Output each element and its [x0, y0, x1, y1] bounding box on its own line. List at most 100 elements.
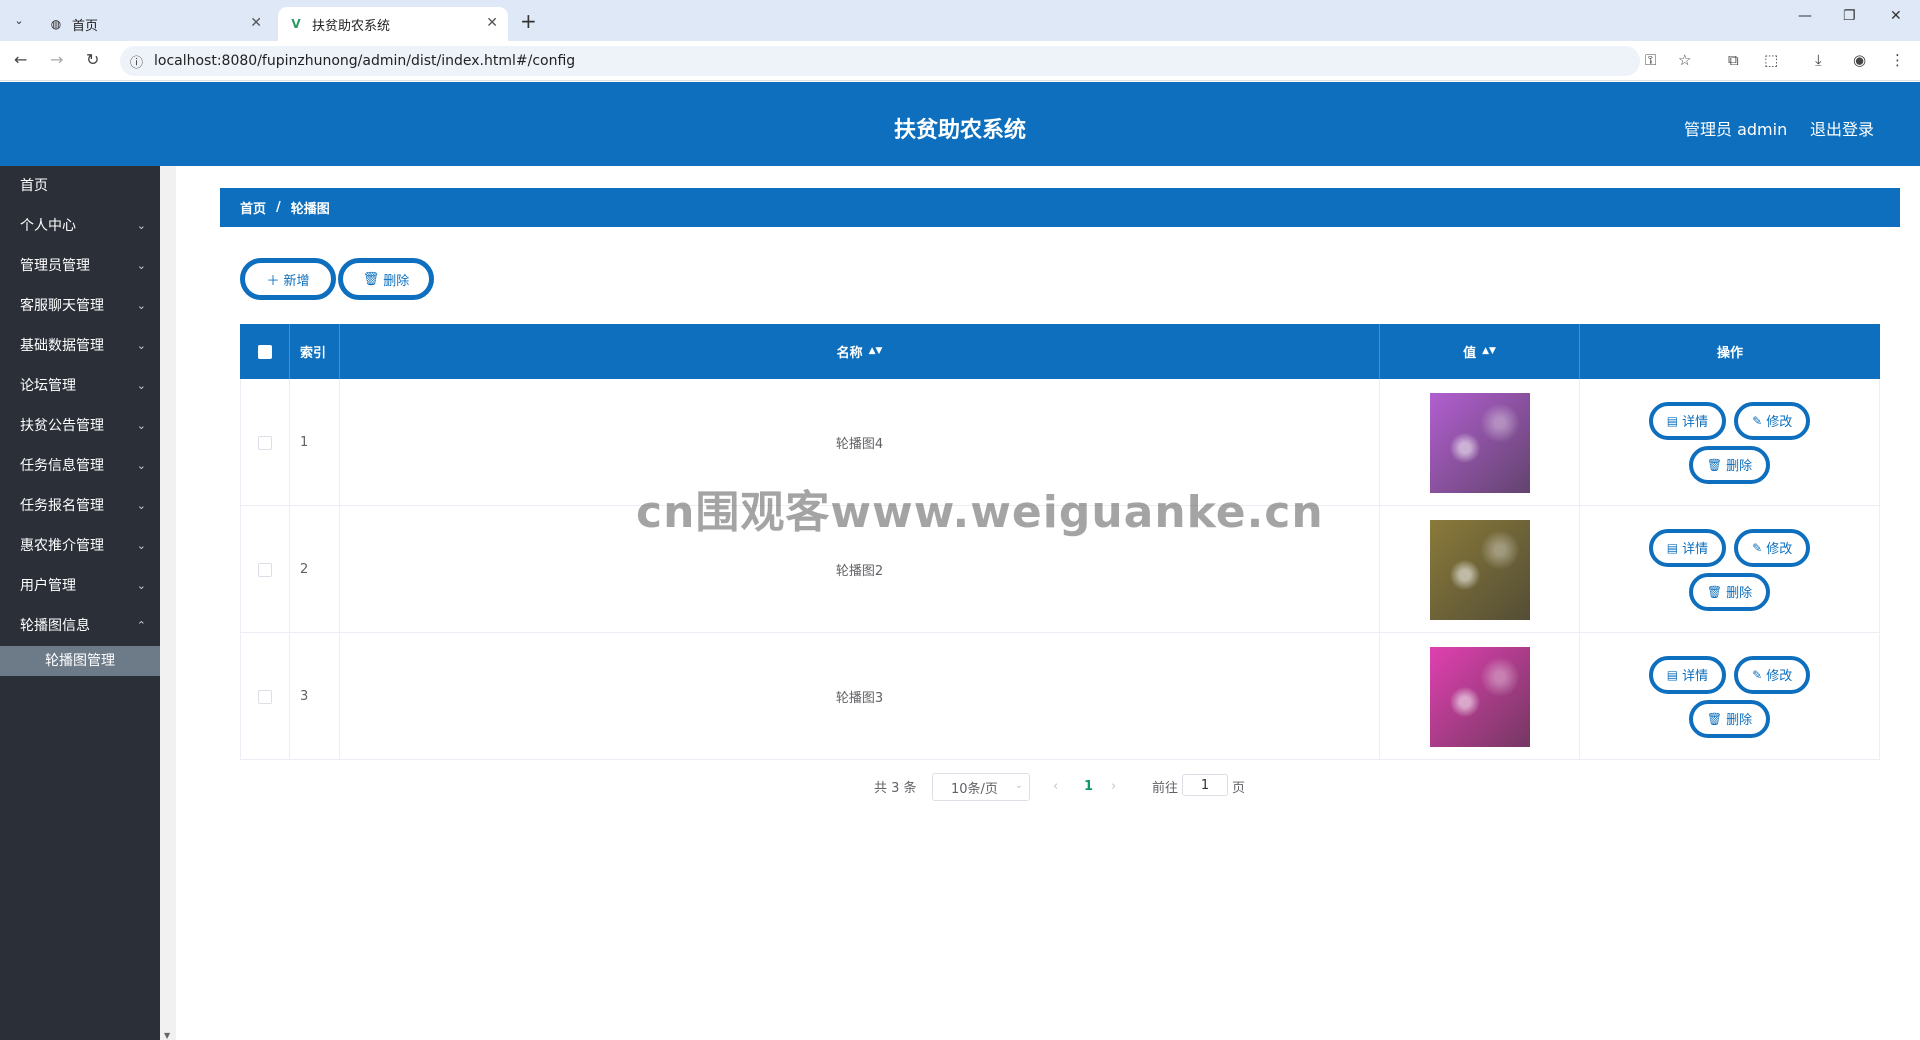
star-icon[interactable]: ☆ — [1678, 51, 1691, 69]
forward-icon[interactable]: → — [50, 50, 63, 69]
document-icon: ▤ — [1666, 540, 1679, 555]
plus-icon: ＋ — [266, 273, 280, 289]
edit-button[interactable]: ✎ 修改 — [1734, 528, 1811, 567]
site-info-icon[interactable]: ⓘ — [130, 52, 143, 71]
browser-tab-home[interactable]: ◍ 首页 ✕ — [38, 7, 272, 41]
back-icon[interactable]: ← — [14, 50, 27, 69]
goto-page-input[interactable]: 1 — [1182, 774, 1228, 796]
breadcrumb-home[interactable]: 首页 — [240, 198, 266, 217]
edit-button[interactable]: ✎ 修改 — [1734, 655, 1811, 694]
breadcrumb-current: 轮播图 — [290, 202, 330, 217]
add-button[interactable]: ＋新增 — [240, 258, 336, 300]
edit-label: 修改 — [1766, 415, 1793, 430]
sidebar-item-promo[interactable]: 惠农推介管理 ⌄ — [0, 526, 160, 566]
sidebar-scrollbar[interactable]: ▼ — [160, 166, 176, 1040]
sort-icon[interactable]: ▲▼ — [1482, 347, 1496, 356]
sidebar-item-label: 任务信息管理 — [20, 458, 104, 474]
detail-button[interactable]: ▤ 详情 — [1648, 528, 1727, 567]
document-icon: ▤ — [1666, 413, 1679, 428]
row-actions: ▤ 详情 ✎ 修改 🗑 删除 — [1580, 379, 1880, 506]
sidebar-item-admins[interactable]: 管理员管理 ⌄ — [0, 246, 160, 286]
sidebar-item-notices[interactable]: 扶贫公告管理 ⌄ — [0, 406, 160, 446]
table-header: 索引 名称 ▲▼ 值 ▲▼ 操作 — [240, 324, 1880, 379]
profile-icon[interactable]: ◉ — [1853, 51, 1866, 69]
edit-button[interactable]: ✎ 修改 — [1734, 401, 1811, 440]
new-tab-button[interactable]: + — [520, 9, 537, 33]
column-value[interactable]: 值 ▲▼ — [1380, 324, 1580, 379]
key-icon[interactable]: ⚿ — [1645, 51, 1656, 69]
row-delete-button[interactable]: 🗑 删除 — [1688, 699, 1771, 738]
carousel-image-thumbnail[interactable] — [1429, 519, 1530, 620]
edit-label: 修改 — [1766, 669, 1793, 684]
delete-button-label: 删除 — [383, 273, 410, 289]
page-size-select[interactable]: 10条/页 ⌄ — [932, 773, 1030, 801]
trash-icon: 🗑 — [1706, 584, 1723, 599]
pencil-icon: ✎ — [1752, 413, 1763, 428]
restore-icon[interactable]: ❐ — [1843, 8, 1856, 24]
row-delete-button[interactable]: 🗑 删除 — [1688, 445, 1771, 484]
chevron-down-icon: ⌄ — [1014, 780, 1023, 791]
page-number-current[interactable]: 1 — [1084, 772, 1093, 800]
browser-tab-active[interactable]: V 扶贫助农系统 ✕ — [278, 7, 508, 41]
batch-delete-button[interactable]: 🗑 删除 — [338, 258, 434, 300]
sidebar-item-label: 基础数据管理 — [20, 338, 104, 354]
minimize-icon[interactable]: — — [1798, 8, 1812, 24]
download-icon[interactable]: ⤓ — [1815, 51, 1822, 69]
globe-icon: ◍ — [50, 17, 62, 31]
row-checkbox[interactable] — [258, 562, 272, 577]
url-input[interactable]: ⓘ localhost:8080/fupinzhunong/admin/dist… — [120, 46, 1640, 76]
sidebar-item-signups[interactable]: 任务报名管理 ⌄ — [0, 486, 160, 526]
row-index: 1 — [290, 379, 340, 506]
reload-icon[interactable]: ↻ — [86, 50, 99, 69]
select-all-checkbox[interactable] — [257, 344, 272, 359]
close-icon[interactable]: ✕ — [486, 15, 498, 31]
column-name-label: 名称 — [836, 346, 863, 361]
address-bar: ← → ↻ ⓘ localhost:8080/fupinzhunong/admi… — [0, 41, 1920, 81]
carousel-image-thumbnail[interactable] — [1429, 646, 1530, 747]
sidebar-item-personal[interactable]: 个人中心 ⌄ — [0, 206, 160, 246]
tab-search-button[interactable]: ⌄ — [8, 9, 30, 31]
column-name[interactable]: 名称 ▲▼ — [340, 324, 1380, 379]
pencil-icon: ✎ — [1752, 667, 1763, 682]
sidebar-item-label: 任务报名管理 — [20, 498, 104, 514]
sidebar-item-users[interactable]: 用户管理 ⌄ — [0, 566, 160, 606]
extensions-icon[interactable]: ⬚ — [1764, 51, 1778, 69]
sidebar-item-label: 扶贫公告管理 — [20, 418, 104, 434]
row-delete-button[interactable]: 🗑 删除 — [1688, 572, 1771, 611]
screenshot-icon[interactable]: ⧉ — [1728, 51, 1739, 69]
chevron-down-icon: ⌄ — [136, 259, 146, 272]
menu-icon[interactable]: ⋮ — [1890, 51, 1905, 69]
tab-label: 首页 — [72, 18, 99, 34]
sidebar-item-carousel[interactable]: 轮播图信息 ⌃ — [0, 606, 160, 646]
delete-label: 删除 — [1726, 586, 1753, 601]
detail-button[interactable]: ▤ 详情 — [1648, 655, 1727, 694]
detail-button[interactable]: ▤ 详情 — [1648, 401, 1727, 440]
sidebar-item-home[interactable]: 首页 — [0, 166, 160, 206]
prev-page-icon[interactable]: ‹ — [1053, 772, 1058, 800]
pencil-icon: ✎ — [1752, 540, 1763, 555]
sidebar-item-label: 用户管理 — [20, 578, 76, 594]
row-checkbox[interactable] — [258, 689, 272, 704]
app-title: 扶贫助农系统 — [893, 118, 1026, 143]
sidebar-item-chat[interactable]: 客服聊天管理 ⌄ — [0, 286, 160, 326]
chevron-down-icon: ⌄ — [136, 419, 146, 432]
next-page-icon[interactable]: › — [1111, 772, 1116, 800]
sidebar: 首页 个人中心 ⌄ 管理员管理 ⌄ 客服聊天管理 ⌄ 基础数据管理 ⌄ 论坛管理 ⌄ 扶贫… — [0, 166, 160, 1040]
close-icon[interactable]: ✕ — [250, 15, 262, 31]
logout-link[interactable]: 退出登录 — [1810, 116, 1874, 140]
chevron-down-icon: ⌄ — [136, 219, 146, 232]
window-close-icon[interactable]: ✕ — [1890, 8, 1902, 24]
carousel-image-thumbnail[interactable] — [1429, 392, 1530, 493]
sidebar-item-label: 论坛管理 — [20, 378, 76, 394]
row-value-cell — [1380, 379, 1580, 506]
sidebar-item-tasks[interactable]: 任务信息管理 ⌄ — [0, 446, 160, 486]
sidebar-item-label: 个人中心 — [20, 218, 76, 234]
sort-icon[interactable]: ▲▼ — [869, 347, 883, 356]
sidebar-subitem-carousel-manage[interactable]: 轮播图管理 — [0, 646, 160, 676]
sidebar-item-basic-data[interactable]: 基础数据管理 ⌄ — [0, 326, 160, 366]
row-checkbox[interactable] — [258, 435, 272, 450]
scroll-down-icon[interactable]: ▼ — [164, 1031, 170, 1040]
sidebar-item-forum[interactable]: 论坛管理 ⌄ — [0, 366, 160, 406]
trash-icon: 🗑 — [1706, 457, 1723, 472]
chevron-down-icon: ⌄ — [136, 339, 146, 352]
